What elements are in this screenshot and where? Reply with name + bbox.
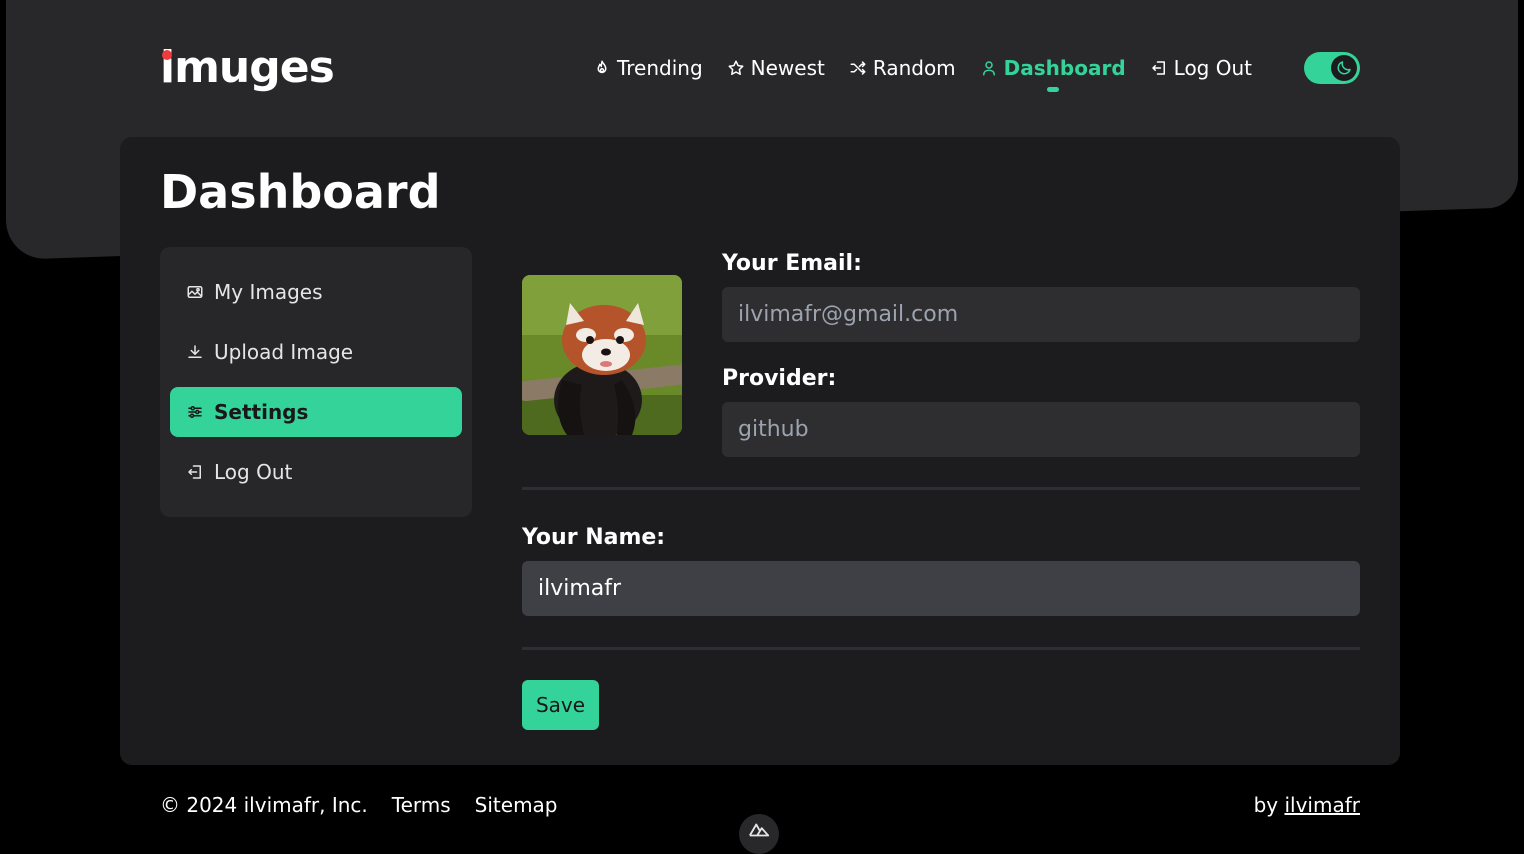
nav-label-dashboard: Dashboard (1003, 56, 1126, 80)
theme-toggle[interactable] (1304, 52, 1360, 84)
logout-icon (188, 465, 201, 479)
provider-field[interactable] (722, 402, 1360, 457)
user-icon (982, 61, 995, 76)
sidebar-label-upload-image: Upload Image (214, 340, 354, 364)
sidebar-item-settings[interactable]: Settings (170, 387, 462, 437)
flame-icon (597, 60, 607, 74)
by-text: by (1253, 793, 1279, 817)
download-icon (188, 345, 202, 358)
author-link[interactable]: ilvimafr (1284, 793, 1360, 817)
main-nav: Trending Newest Random Dashboard Log Out (593, 52, 1360, 92)
nav-item-dashboard[interactable]: Dashboard (980, 56, 1126, 92)
nuxt-icon (749, 823, 770, 837)
nav-item-trending[interactable]: Trending (593, 56, 703, 80)
avatar (522, 275, 682, 435)
logo[interactable]: imuges (160, 46, 335, 90)
image-icon (187, 286, 203, 298)
toggle-knob (1331, 55, 1357, 81)
footer-link-sitemap[interactable]: Sitemap (475, 793, 558, 817)
nav-label-trending: Trending (616, 56, 703, 80)
section-divider (522, 647, 1360, 650)
moon-icon (1337, 61, 1351, 75)
sidebar-label-logout: Log Out (214, 460, 293, 484)
name-field[interactable] (522, 561, 1360, 616)
footer-credit: by ilvimafr (1254, 793, 1360, 817)
email-field[interactable] (722, 287, 1360, 342)
sidebar-item-upload-image[interactable]: Upload Image (170, 327, 462, 377)
logo-text: imuges (160, 42, 335, 93)
red-panda-illustration (522, 275, 682, 435)
top-navbar: imuges Trending Newest Random Dashboard … (160, 38, 1360, 98)
dashboard-sidebar: My Images Upload Image Settings Log Out (160, 247, 472, 517)
section-divider (522, 487, 1360, 490)
nav-label-logout: Log Out (1173, 56, 1252, 80)
nav-label-newest: Newest (750, 56, 825, 80)
nav-item-newest[interactable]: Newest (727, 56, 825, 80)
dashboard-card: Dashboard My Images Upload Image Setting… (120, 137, 1400, 765)
nav-item-logout[interactable]: Log Out (1150, 56, 1252, 80)
sidebar-item-logout[interactable]: Log Out (170, 447, 462, 497)
provider-label: Provider: (722, 366, 837, 391)
shuffle-icon (850, 61, 866, 75)
footer-link-terms[interactable]: Terms (392, 793, 451, 817)
copyright-text: © 2024 ilvimafr, Inc. (160, 793, 368, 817)
logo-dot (162, 50, 172, 60)
nav-item-random[interactable]: Random (849, 56, 956, 80)
page-title: Dashboard (160, 165, 441, 219)
sliders-icon (188, 406, 202, 418)
star-icon (728, 60, 744, 75)
save-button[interactable]: Save (522, 680, 599, 730)
sidebar-label-my-images: My Images (214, 280, 323, 304)
name-label: Your Name: (522, 525, 666, 550)
nav-label-random: Random (872, 56, 956, 80)
logout-icon (1151, 61, 1165, 75)
sidebar-label-settings: Settings (214, 400, 309, 424)
email-label: Your Email: (722, 251, 862, 276)
sidebar-item-my-images[interactable]: My Images (170, 267, 462, 317)
footer-left: © 2024 ilvimafr, Inc. Terms Sitemap (160, 793, 558, 817)
devtools-button[interactable] (739, 814, 779, 854)
